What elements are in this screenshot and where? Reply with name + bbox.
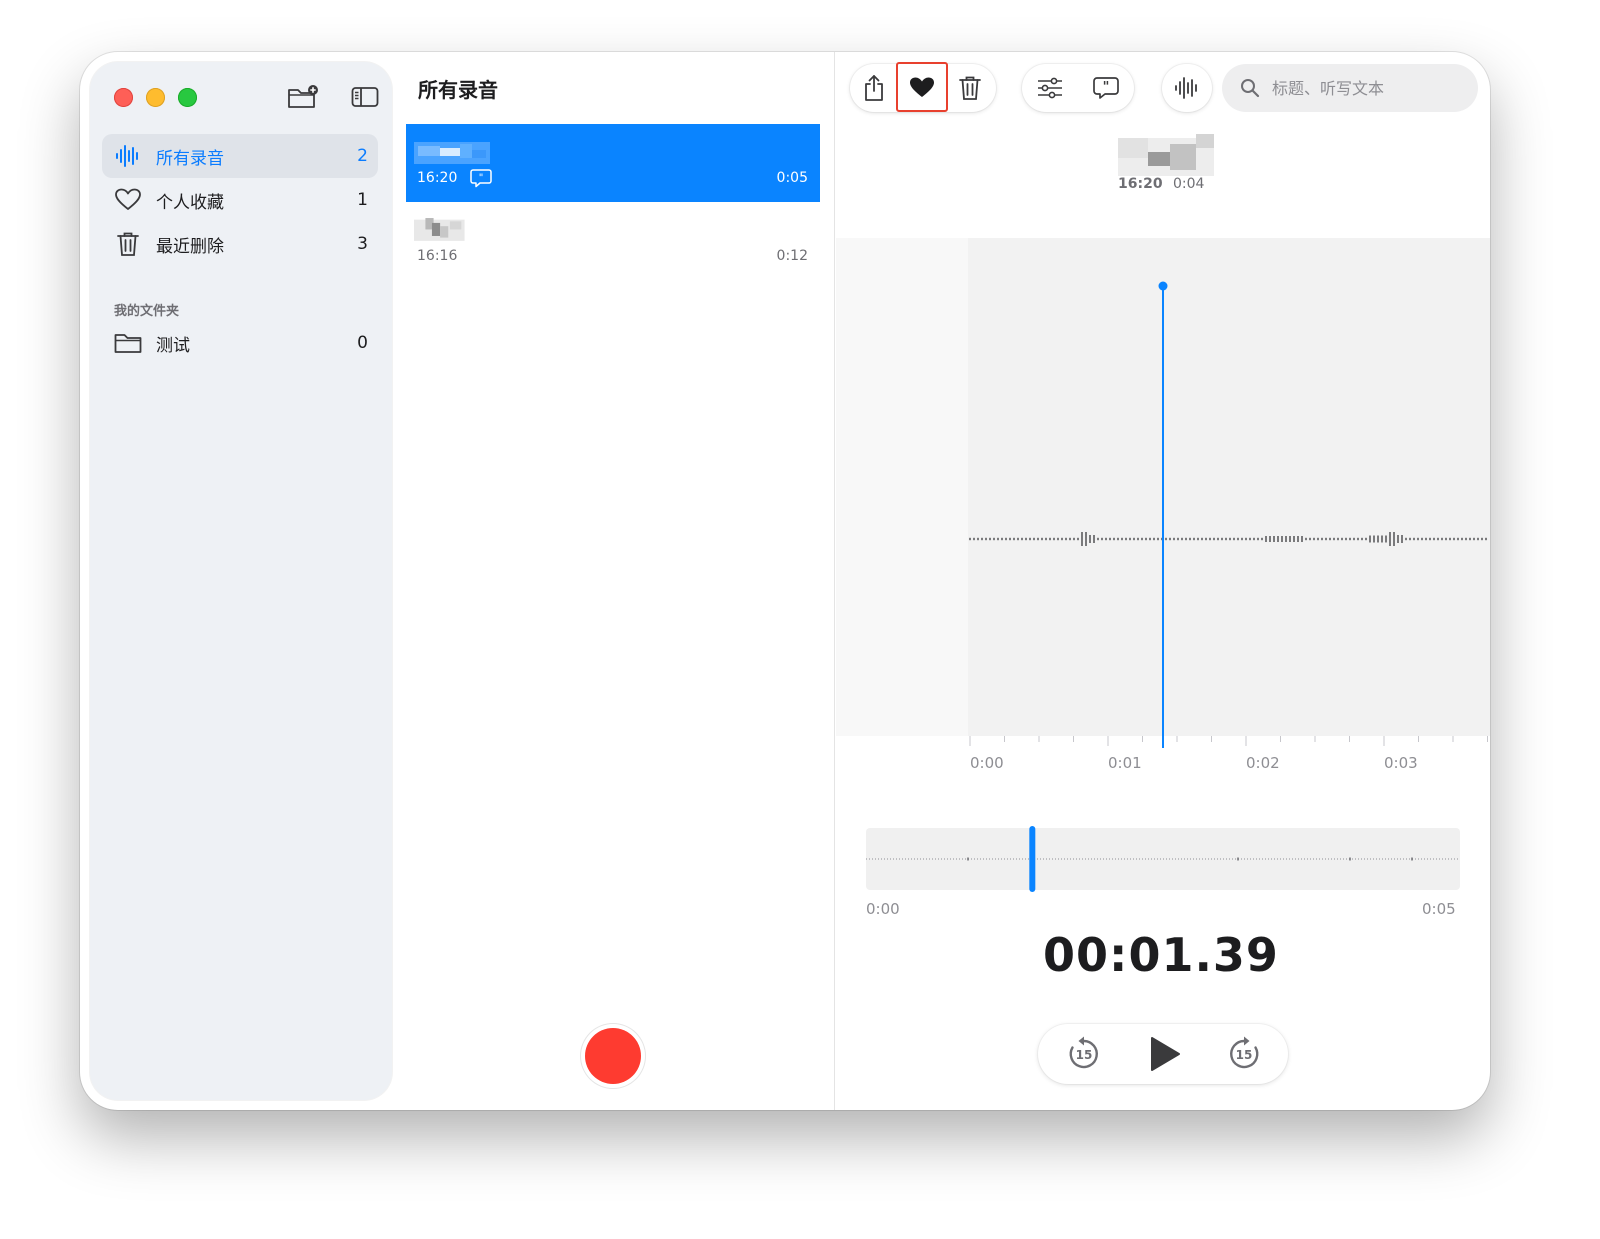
skip-back-label: 15 [1076,1048,1093,1062]
transcript-icon: " [470,168,492,192]
enhance-recording-button[interactable] [1163,64,1211,112]
play-icon [1151,1037,1180,1071]
sidebar-item-count: 2 [357,146,368,166]
my-folders-heading: 我的文件夹 [114,304,180,319]
trash-icon [959,76,981,100]
sidebar-item-count: 3 [357,234,368,254]
voice-memos-window: 所有录音 2 个人收藏 1 最近删除 3 我的文件夹 测试 0 所有录音 16:… [80,52,1490,1110]
search-input[interactable] [1270,77,1464,99]
search-icon [1240,78,1260,98]
heart-icon [114,188,142,212]
recording-duration: 0:05 [776,170,808,186]
pane-divider [834,52,835,1110]
waveform-icon [114,144,142,168]
list-title: 所有录音 [418,78,498,102]
transport-controls: 15 15 [1038,1024,1288,1084]
detail-duration: 0:04 [1173,176,1205,192]
minimize-window-button[interactable] [146,88,165,107]
skip-forward-15-icon: 15 [1230,1036,1259,1069]
options-button[interactable] [1026,64,1074,112]
scrubber-start-label: 0:00 [866,900,900,918]
transcript-icon: " [1093,77,1119,99]
timeline-label: 0:01 [1108,754,1142,772]
overview-scrubber-waveform[interactable] [866,824,1460,894]
playhead[interactable] [1158,281,1168,749]
timeline-ruler: 0:00 0:01 0:02 0:03 [969,736,1488,772]
recording-title-redacted [414,142,490,164]
sidebar-item-count: 0 [357,333,368,353]
sidebar-folder-test[interactable]: 测试 0 [102,321,378,365]
svg-text:": " [1103,80,1110,95]
recording-duration: 0:12 [776,248,808,264]
sidebar-item-favorites[interactable]: 个人收藏 1 [102,178,378,222]
scrubber-end-label: 0:05 [1422,900,1456,918]
timeline-label: 0:03 [1384,754,1418,772]
sidebar-item-all-recordings[interactable]: 所有录音 2 [102,134,378,178]
zoom-window-button[interactable] [178,88,197,107]
recording-time: 16:16 [417,248,458,264]
detail-title-redacted [1118,134,1214,176]
waveform-icon [1175,77,1197,99]
new-folder-button[interactable] [286,82,320,112]
sidebar-item-label: 测试 [156,335,190,356]
recording-row[interactable]: 16:20 " 0:05 [406,124,820,202]
delete-button[interactable] [946,64,994,112]
svg-text:": " [479,173,484,184]
waveform-samples [969,532,1487,546]
skip-forward-label: 15 [1236,1048,1253,1062]
trash-icon [114,231,142,257]
skip-forward-button[interactable]: 15 [1220,1030,1268,1078]
share-button[interactable] [850,64,898,112]
recording-row[interactable]: 16:16 0:12 [406,202,820,280]
record-button[interactable] [585,1028,641,1084]
favorite-highlight-box [896,62,948,112]
play-button[interactable] [1140,1030,1188,1078]
sidebar: 所有录音 2 个人收藏 1 最近删除 3 我的文件夹 测试 0 [90,62,392,1100]
sidebar-item-label: 最近删除 [156,236,224,257]
share-icon [865,75,883,101]
sidebar-item-count: 1 [357,190,368,210]
sliders-icon [1038,77,1062,99]
sidebar-item-label: 所有录音 [156,148,224,169]
toolbar-group-edit: " [1022,64,1134,112]
folder-icon [114,332,142,354]
waveform-view[interactable] [836,228,1490,748]
skip-back-button[interactable]: 15 [1060,1030,1108,1078]
scrubber-handle[interactable] [1029,826,1036,892]
search-field[interactable] [1222,64,1478,112]
sidebar-toggle-icon [351,87,379,107]
recording-title-redacted [414,218,465,241]
skip-back-15-icon: 15 [1069,1036,1098,1069]
recording-time: 16:20 [417,170,458,186]
transcript-button[interactable]: " [1082,64,1130,112]
toggle-sidebar-button[interactable] [348,82,382,112]
sidebar-item-recently-deleted[interactable]: 最近删除 3 [102,222,378,266]
new-folder-icon [288,85,318,108]
close-window-button[interactable] [114,88,133,107]
sidebar-item-label: 个人收藏 [156,192,224,213]
playhead-time: 00:01.39 [1043,928,1279,982]
timeline-label: 0:02 [1246,754,1280,772]
timeline-label: 0:00 [970,754,1004,772]
detail-time: 16:20 [1118,176,1163,192]
toolbar-group-enhance [1162,64,1212,112]
